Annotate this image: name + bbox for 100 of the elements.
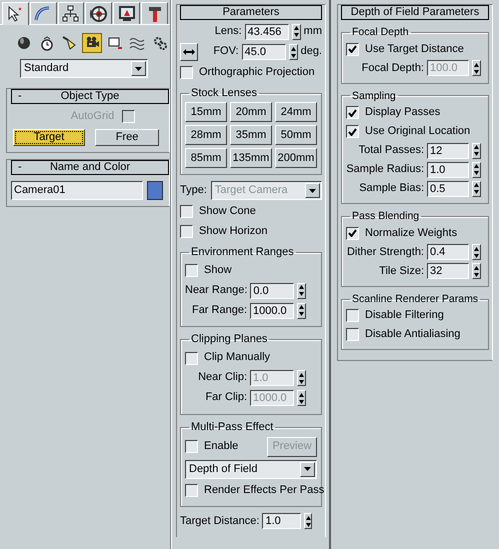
spinner-button[interactable] <box>297 390 306 406</box>
spinner-button[interactable] <box>297 302 306 319</box>
number-field[interactable]: 43.456 <box>244 24 289 40</box>
up-down-arrows-icon <box>474 183 479 194</box>
lens-button[interactable]: 24mm <box>275 102 317 122</box>
up-down-arrows-icon <box>474 246 479 258</box>
checkmark-icon <box>348 108 357 117</box>
checkbox[interactable] <box>185 440 198 454</box>
command-tab[interactable] <box>141 2 168 24</box>
checkbox[interactable] <box>346 125 359 138</box>
checkbox[interactable] <box>180 66 193 79</box>
lens-button[interactable]: 50mm <box>275 125 317 146</box>
number-field[interactable]: 1.0 <box>427 162 469 178</box>
lens-button[interactable]: 200mm <box>275 148 317 168</box>
checkbox[interactable] <box>346 328 359 342</box>
command-tab[interactable] <box>2 2 29 25</box>
checkbox[interactable] <box>180 225 193 238</box>
color-swatch[interactable] <box>147 181 163 200</box>
fov-toggle-button[interactable] <box>180 43 198 61</box>
checkmark-icon <box>348 128 357 136</box>
up-down-arrows-icon <box>474 145 479 156</box>
rollout-title-bar[interactable]: Parameters <box>180 5 322 20</box>
group-title: Pass Blending <box>351 210 420 223</box>
group-title: Focal Depth <box>351 26 410 39</box>
up-down-arrows-icon <box>299 285 304 296</box>
spinner-label: Tile Size: <box>379 264 424 278</box>
lens-button[interactable]: 20mm <box>230 102 272 122</box>
checkbox[interactable] <box>346 42 359 56</box>
rollout-title: Object Type <box>60 90 120 104</box>
rollout-title-bar[interactable]: - Object Type <box>11 89 169 104</box>
waves-icon <box>129 35 146 51</box>
sphere-icon <box>16 35 32 51</box>
spinner-label: Sample Bias: <box>359 182 424 196</box>
spinner-button[interactable] <box>304 513 312 530</box>
checkbox[interactable] <box>180 205 193 218</box>
category-button[interactable] <box>82 33 102 53</box>
checkbox[interactable] <box>346 226 359 240</box>
checkbox-label: Normalize Weights <box>365 226 458 240</box>
rollout-title-bar[interactable]: - Name and Color <box>11 160 169 175</box>
lens-button[interactable]: 15mm <box>185 102 227 122</box>
spinner-button[interactable] <box>297 370 306 386</box>
double-arrow-icon <box>183 48 195 55</box>
spinner-label: Near Clip: <box>198 371 247 385</box>
group-title: Environment Ranges <box>190 246 295 260</box>
checkbox[interactable] <box>346 106 359 120</box>
checkbox-label: Orthographic Projection <box>199 66 315 80</box>
spinner-label: Near Range: <box>185 284 248 298</box>
dropdown-label: Type: <box>180 184 207 198</box>
command-tab[interactable] <box>113 2 140 24</box>
spinner-button[interactable] <box>472 180 481 197</box>
number-field[interactable]: 1.0 <box>262 513 302 530</box>
spinner-button[interactable] <box>297 282 306 299</box>
group-title: Stock Lenses <box>190 87 258 100</box>
number-field[interactable]: 0.4 <box>427 244 469 260</box>
checkbox-label: Clip Manually <box>204 351 270 365</box>
checkbox-label: Show Cone <box>199 205 256 218</box>
number-field[interactable]: 0.5 <box>427 180 469 197</box>
spinner-button[interactable] <box>472 60 481 76</box>
number-field[interactable]: 32 <box>427 263 469 280</box>
spinner-button[interactable] <box>472 162 481 178</box>
command-tab[interactable] <box>30 2 57 24</box>
lens-button[interactable]: 85mm <box>185 148 227 168</box>
checkbox-label: Disable Antialiasing <box>365 328 460 342</box>
spinner-button[interactable] <box>472 263 481 280</box>
spinner-label: Dither Strength: <box>346 246 424 259</box>
checkbox[interactable] <box>185 352 198 365</box>
toggle-button[interactable]: Target <box>13 129 85 146</box>
toggle-button[interactable]: Free <box>94 129 160 146</box>
lens-button[interactable]: 35mm <box>230 125 272 146</box>
collapse-mark: - <box>17 90 23 104</box>
command-tab[interactable] <box>85 2 112 24</box>
name-field[interactable]: Camera01 <box>11 181 143 200</box>
units-label: mm <box>304 24 322 38</box>
number-field[interactable]: 0.0 <box>250 282 294 299</box>
number-field[interactable]: 1000.0 <box>250 302 294 319</box>
dropdown[interactable]: Depth of Field <box>185 460 317 479</box>
collapse-mark: - <box>17 160 23 174</box>
up-down-arrows-icon <box>294 26 299 37</box>
units-label: deg. <box>300 45 322 59</box>
checkmark-icon <box>348 229 357 238</box>
number-field[interactable]: 12 <box>427 142 469 159</box>
group-title: Multi-Pass Effect <box>190 420 274 434</box>
command-tab[interactable] <box>58 2 84 24</box>
rollout-title-bar[interactable]: Depth of Field Parameters <box>341 5 489 20</box>
checkbox[interactable] <box>185 264 198 278</box>
number-field[interactable]: 45.0 <box>242 44 286 60</box>
spinner-button[interactable] <box>472 244 481 260</box>
spinner-button[interactable] <box>288 44 298 60</box>
lens-button[interactable]: 135mm <box>230 148 272 168</box>
group-title: Sampling <box>351 90 397 102</box>
checkbox[interactable] <box>185 484 198 497</box>
cursor-arrow-icon <box>6 5 24 23</box>
checkbox-label: Enable <box>204 440 240 454</box>
dropdown[interactable]: Standard <box>20 59 148 78</box>
checkbox[interactable] <box>346 309 359 322</box>
spinner-button[interactable] <box>472 142 481 159</box>
lens-button[interactable]: 28mm <box>185 125 227 146</box>
spinner-button[interactable] <box>292 24 301 40</box>
checkbox-label: Render Effects Per Pass <box>204 484 324 497</box>
caret-icon <box>135 66 142 70</box>
